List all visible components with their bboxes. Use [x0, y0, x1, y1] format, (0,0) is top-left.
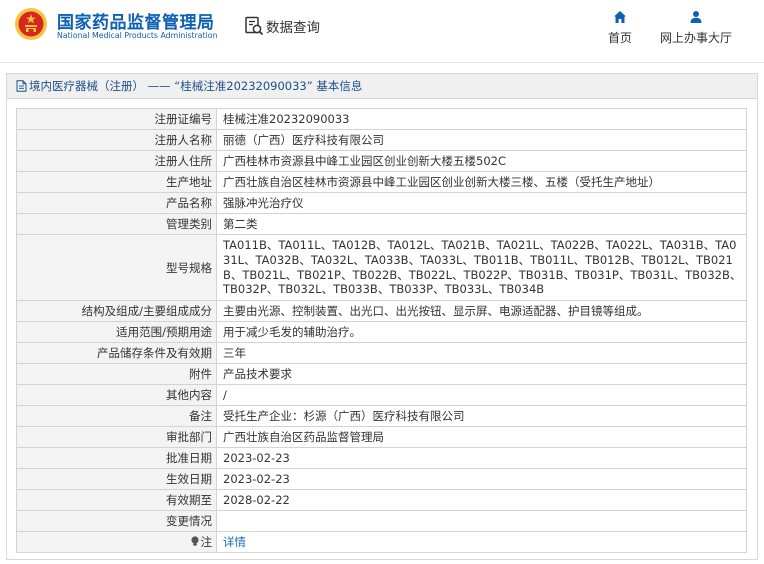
- field-value: 用于减少毛发的辅助治疗。: [216, 321, 747, 344]
- table-row: 产品名称 强脉冲光治疗仪: [16, 192, 747, 214]
- field-value: 2023-02-23: [216, 447, 747, 470]
- field-label: 管理类别: [16, 213, 217, 235]
- nav-home-label: 首页: [607, 31, 632, 45]
- table-row: 适用范围/预期用途 用于减少毛发的辅助治疗。: [16, 321, 747, 344]
- field-value: /: [216, 384, 747, 407]
- nav-home[interactable]: 首页: [605, 10, 635, 46]
- table-row: 有效期至 2028-02-22: [16, 489, 747, 512]
- field-label: 生产地址: [16, 171, 217, 193]
- data-query-label: 数据查询: [266, 20, 320, 36]
- field-value: 强脉冲光治疗仪: [216, 192, 747, 214]
- table-row: 生效日期 2023-02-23: [16, 468, 747, 491]
- field-label: 审批部门: [16, 426, 217, 449]
- table-row: 注册人住所 广西桂林市资源县中峰工业园区创业创新大楼五楼502C: [16, 150, 747, 172]
- table-row: 注 详情: [16, 531, 747, 554]
- table-row: 产品储存条件及有效期 三年: [16, 342, 747, 365]
- site-subtitle: National Medical Products Administration: [57, 31, 218, 40]
- field-value: 2028-02-22: [216, 489, 747, 512]
- field-value: 广西壮族自治区桂林市资源县中峰工业园区创业创新大楼三楼、五楼（受托生产地址）: [216, 171, 747, 193]
- field-value: 2023-02-23: [216, 468, 747, 491]
- model-spec-value: TA011B、TA011L、TA012B、TA012L、TA021B、TA021…: [216, 233, 747, 302]
- details-link[interactable]: 详情: [223, 535, 246, 549]
- table-row: 注册人名称 丽德（广西）医疗科技有限公司: [16, 129, 747, 151]
- table-row: 批准日期 2023-02-23: [16, 447, 747, 470]
- table-row: 注册证编号 桂械注准20232090033: [16, 108, 747, 130]
- field-value: 广西壮族自治区药品监督管理局: [216, 426, 747, 449]
- data-query-link[interactable]: 数据查询: [244, 15, 320, 37]
- user-icon: [690, 11, 702, 23]
- table-row: 附件 产品技术要求: [16, 363, 747, 386]
- header-divider: [0, 62, 764, 63]
- registration-detail-table: 注册证编号 桂械注准20232090033 注册人名称 丽德（广西）医疗科技有限…: [16, 108, 747, 554]
- field-label: 生效日期: [16, 468, 217, 491]
- note-value-cell: 详情: [216, 531, 747, 554]
- nav-online-office[interactable]: 网上办事大厅: [656, 10, 736, 46]
- panel-header: 境内医疗器械（注册） —— “桂械注准20232090033” 基本信息: [7, 74, 757, 99]
- field-label: 有效期至: [16, 489, 217, 512]
- panel-title: 境内医疗器械（注册） —— “桂械注准20232090033” 基本信息: [29, 79, 363, 93]
- field-label: 变更情况: [16, 510, 217, 533]
- note-label-cell: 注: [16, 531, 217, 554]
- field-value: [216, 510, 747, 533]
- nav-online-office-label: 网上办事大厅: [659, 31, 732, 45]
- lightbulb-icon: [190, 536, 199, 546]
- field-value: 产品技术要求: [216, 363, 747, 386]
- field-value: 受托生产企业：杉源（广西）医疗科技有限公司: [216, 405, 747, 428]
- table-row: 审批部门 广西壮族自治区药品监督管理局: [16, 426, 747, 449]
- field-value: 桂械注准20232090033: [216, 108, 747, 130]
- table-row: 变更情况: [16, 510, 747, 533]
- field-value: 广西桂林市资源县中峰工业园区创业创新大楼五楼502C: [216, 150, 747, 172]
- detail-panel: 境内医疗器械（注册） —— “桂械注准20232090033” 基本信息 注册证…: [6, 73, 758, 560]
- field-label: 注册人住所: [16, 150, 217, 172]
- table-row: 结构及组成/主要组成成分 主要由光源、控制装置、出光口、出光按钮、显示屏、电源适…: [16, 300, 747, 323]
- national-emblem-icon: [15, 8, 47, 40]
- field-label: 备注: [16, 405, 217, 428]
- table-row: 生产地址 广西壮族自治区桂林市资源县中峰工业园区创业创新大楼三楼、五楼（受托生产…: [16, 171, 747, 193]
- table-row: 其他内容 /: [16, 384, 747, 407]
- table-row: 备注 受托生产企业：杉源（广西）医疗科技有限公司: [16, 405, 747, 428]
- field-label: 批准日期: [16, 447, 217, 470]
- field-label: 附件: [16, 363, 217, 386]
- field-label: 结构及组成/主要组成成分: [16, 300, 217, 323]
- field-value: 丽德（广西）医疗科技有限公司: [216, 129, 747, 151]
- field-value: 第二类: [216, 213, 747, 235]
- document-search-icon: [245, 16, 264, 36]
- field-label: 产品储存条件及有效期: [16, 342, 217, 365]
- field-value: 三年: [216, 342, 747, 365]
- site-title: 国家药品监督管理局: [57, 13, 215, 33]
- field-label: 适用范围/预期用途: [16, 321, 217, 344]
- note-label: 注: [200, 535, 213, 550]
- field-label: 型号规格: [16, 233, 217, 302]
- home-icon: [614, 11, 626, 23]
- field-label: 注册证编号: [16, 108, 217, 130]
- table-row: 型号规格 TA011B、TA011L、TA012B、TA012L、TA021B、…: [16, 233, 747, 302]
- field-label: 其他内容: [16, 384, 217, 407]
- field-label: 注册人名称: [16, 129, 217, 151]
- table-row: 管理类别 第二类: [16, 213, 747, 235]
- field-label: 产品名称: [16, 192, 217, 214]
- site-header: 国家药品监督管理局 National Medical Products Admi…: [0, 0, 764, 62]
- field-value: 主要由光源、控制装置、出光口、出光按钮、显示屏、电源适配器、护目镜等组成。: [216, 300, 747, 323]
- document-icon: [16, 80, 27, 92]
